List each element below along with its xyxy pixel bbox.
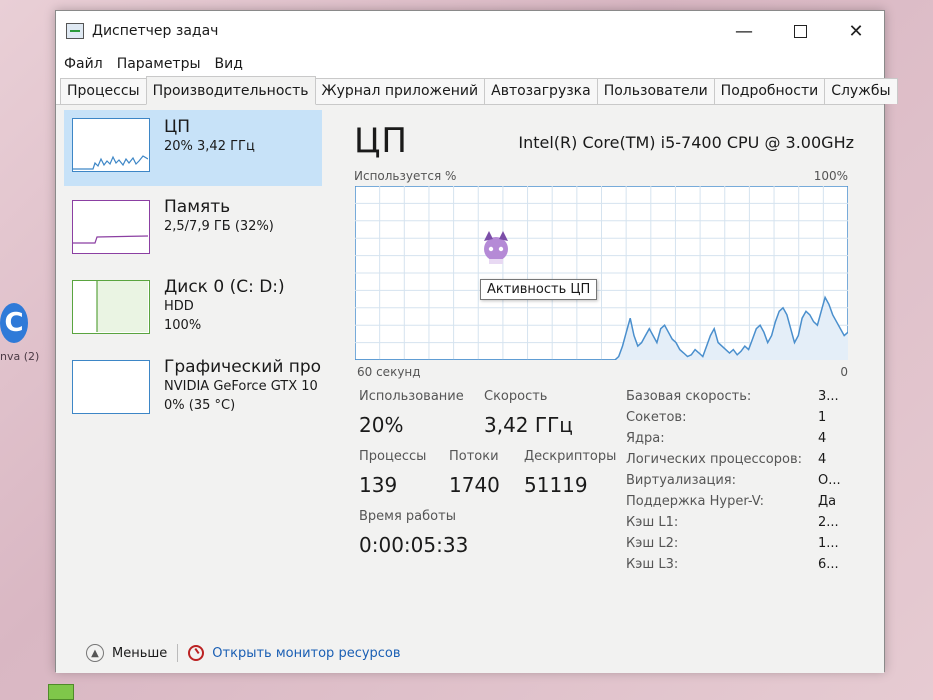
tab-processes[interactable]: Процессы — [60, 78, 147, 104]
disk-item-usage: 100% — [164, 318, 202, 333]
handles-label: Дескрипторы — [524, 449, 617, 464]
usage-value: 20% — [359, 413, 404, 437]
task-manager-icon — [66, 23, 84, 39]
gpu-item-model: NVIDIA GeForce GTX 10 — [164, 379, 318, 394]
threads-value: 1740 — [449, 473, 500, 497]
graph-time-label: 60 секунд — [357, 365, 421, 379]
cpu-heading: ЦП — [354, 121, 408, 161]
window-title: Диспетчер задач — [92, 23, 219, 39]
uptime-label: Время работы — [359, 509, 456, 524]
cursor-mascot-icon — [484, 231, 508, 264]
desktop-folder-icon[interactable] — [48, 684, 74, 700]
disk-thumbnail-graph — [72, 280, 150, 334]
tab-app-history[interactable]: Журнал приложений — [314, 78, 486, 104]
close-button[interactable]: ✕ — [828, 11, 884, 51]
prop-cores: Ядра: 4 — [626, 431, 827, 446]
tab-users[interactable]: Пользователи — [596, 78, 715, 104]
menu-options[interactable]: Параметры — [117, 56, 201, 72]
memory-item-usage: 2,5/7,9 ГБ (32%) — [164, 219, 274, 234]
disk-item-title: Диск 0 (C: D:) — [164, 277, 285, 297]
cpu-item-title: ЦП — [164, 117, 190, 137]
memory-item-title: Память — [164, 197, 231, 217]
handles-value: 51119 — [524, 473, 588, 497]
footer-divider — [177, 644, 179, 662]
maximize-icon — [793, 24, 807, 38]
prop-logical-processors: Логических процессоров: 4 — [626, 452, 827, 467]
memory-thumbnail-graph — [72, 200, 150, 254]
prop-sockets: Сокетов: 1 — [626, 410, 827, 425]
gpu-item-usage: 0% (35 °C) — [164, 398, 236, 413]
processes-label: Процессы — [359, 449, 427, 464]
prop-virtualization: Виртуализация: О... — [626, 473, 841, 488]
usage-label: Использование — [359, 389, 464, 404]
tab-services[interactable]: Службы — [824, 78, 898, 104]
resource-item-disk[interactable]: Диск 0 (C: D:) HDD 100% — [64, 270, 322, 346]
cpu-detail-panel: ЦП Intel(R) Core(TM) i5-7400 CPU @ 3.00G… — [354, 105, 854, 665]
task-manager-window: Диспетчер задач — ✕ Файл Параметры Вид П… — [55, 10, 898, 673]
desktop-icon-label: nva (2) — [0, 350, 40, 363]
resource-item-cpu[interactable]: ЦП 20% 3,42 ГГц — [64, 110, 322, 186]
desktop-app-icon[interactable]: C — [0, 303, 28, 343]
menu-bar: Файл Параметры Вид — [56, 51, 884, 77]
resource-item-gpu[interactable]: Графический про NVIDIA GeForce GTX 10 0%… — [64, 350, 322, 426]
performance-content: ЦП 20% 3,42 ГГц Память 2,5/7,9 ГБ (32%) — [56, 105, 884, 673]
open-resource-monitor-link[interactable]: Открыть монитор ресурсов — [212, 646, 400, 661]
footer-bar: ▲ Меньше Открыть монитор ресурсов — [56, 633, 884, 673]
minimize-button[interactable]: — — [716, 11, 772, 51]
prop-cache-l1: Кэш L1: 2... — [626, 515, 839, 530]
chevron-up-icon[interactable]: ▲ — [86, 644, 104, 662]
menu-view[interactable]: Вид — [215, 56, 243, 72]
gpu-thumbnail-graph — [72, 360, 150, 414]
tab-strip: Процессы Производительность Журнал прило… — [56, 76, 898, 105]
prop-cache-l2: Кэш L2: 1... — [626, 536, 839, 551]
speed-label: Скорость — [484, 389, 548, 404]
tab-performance[interactable]: Производительность — [145, 76, 316, 105]
disk-item-type: HDD — [164, 299, 194, 314]
uptime-value: 0:00:05:33 — [359, 533, 469, 557]
prop-hyper-v: Поддержка Hyper-V: Да — [626, 494, 837, 509]
cpu-activity-tooltip: Активность ЦП — [480, 279, 598, 300]
graph-y-label: Используется % — [354, 169, 457, 183]
prop-base-speed: Базовая скорость: 3... — [626, 389, 839, 404]
resource-monitor-icon[interactable] — [188, 645, 205, 661]
speed-value: 3,42 ГГц — [484, 413, 573, 437]
resource-list: ЦП 20% 3,42 ГГц Память 2,5/7,9 ГБ (32%) — [64, 110, 322, 430]
maximize-button[interactable] — [772, 11, 828, 51]
graph-max-label: 100% — [813, 169, 848, 183]
processes-value: 139 — [359, 473, 398, 497]
graph-min-label: 0 — [840, 365, 848, 379]
tab-details[interactable]: Подробности — [713, 78, 826, 104]
tab-startup[interactable]: Автозагрузка — [484, 78, 598, 104]
gpu-item-title: Графический про — [164, 357, 322, 377]
cpu-thumbnail-graph — [72, 118, 150, 172]
fewer-details-link[interactable]: Меньше — [112, 646, 167, 661]
title-bar[interactable]: Диспетчер задач — ✕ — [56, 11, 884, 51]
cpu-item-usage: 20% 3,42 ГГц — [164, 139, 255, 154]
threads-label: Потоки — [449, 449, 499, 464]
cpu-model-name: Intel(R) Core(TM) i5-7400 CPU @ 3.00GHz — [518, 133, 854, 152]
menu-file[interactable]: Файл — [64, 56, 103, 72]
prop-cache-l3: Кэш L3: 6... — [626, 557, 839, 572]
resource-item-memory[interactable]: Память 2,5/7,9 ГБ (32%) — [64, 190, 322, 266]
cpu-usage-graph[interactable] — [355, 186, 848, 360]
cpu-properties: Базовая скорость: 3... Сокетов: 1 Ядра: 4 Л… — [626, 389, 841, 578]
